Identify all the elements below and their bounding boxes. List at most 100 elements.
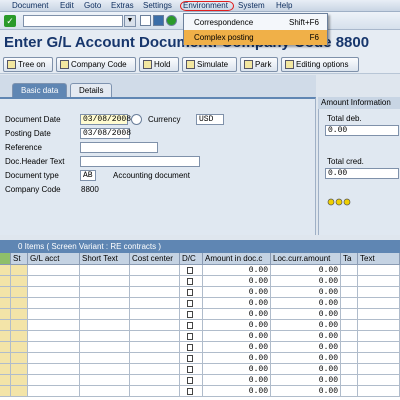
row-tax-cell[interactable] (341, 353, 358, 364)
row-text-cell[interactable] (358, 276, 400, 287)
row-selector[interactable] (0, 342, 11, 353)
row-amount-doc-cell[interactable]: 0.00 (203, 276, 271, 287)
row-cost-center-cell[interactable] (130, 276, 180, 287)
row-amount-doc-cell[interactable]: 0.00 (203, 375, 271, 386)
row-text-cell[interactable] (358, 353, 400, 364)
row-local-amount-cell[interactable]: 0.00 (271, 298, 341, 309)
menu-item-complex-posting[interactable]: Complex posting F6 (184, 30, 327, 45)
row-debit-credit-cell[interactable] (180, 287, 203, 298)
row-short-text-cell[interactable] (80, 364, 130, 375)
row-gl-account-cell[interactable] (28, 364, 80, 375)
row-text-cell[interactable] (358, 386, 400, 397)
save-icon[interactable] (153, 15, 164, 26)
row-text-cell[interactable] (358, 287, 400, 298)
row-status-cell[interactable] (11, 331, 28, 342)
row-amount-doc-cell[interactable]: 0.00 (203, 364, 271, 375)
row-debit-credit-cell[interactable] (180, 375, 203, 386)
row-tax-cell[interactable] (341, 276, 358, 287)
table-config-icon[interactable] (0, 253, 11, 265)
row-text-cell[interactable] (358, 331, 400, 342)
row-amount-doc-cell[interactable]: 0.00 (203, 320, 271, 331)
col-status[interactable]: St (11, 253, 28, 265)
menu-help[interactable]: Help (276, 1, 292, 10)
row-local-amount-cell[interactable]: 0.00 (271, 342, 341, 353)
row-status-cell[interactable] (11, 276, 28, 287)
row-tax-cell[interactable] (341, 298, 358, 309)
row-text-cell[interactable] (358, 298, 400, 309)
editing-options-button[interactable]: Editing options (281, 57, 359, 72)
row-debit-credit-cell[interactable] (180, 276, 203, 287)
row-text-cell[interactable] (358, 320, 400, 331)
posting-date-field[interactable]: 03/08/2008 (80, 128, 131, 139)
company-code-button[interactable]: Company Code (56, 57, 136, 72)
row-local-amount-cell[interactable]: 0.00 (271, 386, 341, 397)
menu-extras[interactable]: Extras (111, 1, 134, 10)
row-debit-credit-cell[interactable] (180, 331, 203, 342)
row-tax-cell[interactable] (341, 364, 358, 375)
calendar-help-icon[interactable] (131, 114, 142, 125)
row-gl-account-cell[interactable] (28, 298, 80, 309)
row-short-text-cell[interactable] (80, 287, 130, 298)
row-local-amount-cell[interactable]: 0.00 (271, 265, 341, 276)
doc-header-text-field[interactable] (80, 156, 200, 167)
park-button[interactable]: Park (240, 57, 278, 72)
col-text[interactable]: Text (358, 253, 400, 265)
row-tax-cell[interactable] (341, 331, 358, 342)
row-amount-doc-cell[interactable]: 0.00 (203, 342, 271, 353)
row-status-cell[interactable] (11, 309, 28, 320)
row-debit-credit-cell[interactable] (180, 309, 203, 320)
col-local-amount[interactable]: Loc.curr.amount (271, 253, 341, 265)
row-cost-center-cell[interactable] (130, 309, 180, 320)
row-selector[interactable] (0, 320, 11, 331)
row-debit-credit-cell[interactable] (180, 342, 203, 353)
row-short-text-cell[interactable] (80, 265, 130, 276)
row-status-cell[interactable] (11, 320, 28, 331)
col-cost-center[interactable]: Cost center (130, 253, 180, 265)
back-icon[interactable] (140, 15, 151, 26)
row-text-cell[interactable] (358, 375, 400, 386)
row-gl-account-cell[interactable] (28, 375, 80, 386)
command-dropdown-icon[interactable]: ▼ (124, 15, 136, 27)
hold-button[interactable]: Hold (139, 57, 179, 72)
row-status-cell[interactable] (11, 298, 28, 309)
tab-basic-data[interactable]: Basic data (12, 83, 68, 97)
row-debit-credit-cell[interactable] (180, 298, 203, 309)
menu-item-correspondence[interactable]: Correspondence Shift+F6 (184, 15, 327, 30)
row-cost-center-cell[interactable] (130, 287, 180, 298)
menu-edit[interactable]: Edit (60, 1, 74, 10)
row-gl-account-cell[interactable] (28, 386, 80, 397)
reference-field[interactable] (80, 142, 158, 153)
col-debit-credit[interactable]: D/C (180, 253, 203, 265)
document-date-field[interactable]: 03/08/2008 (80, 114, 131, 125)
row-gl-account-cell[interactable] (28, 331, 80, 342)
row-selector[interactable] (0, 298, 11, 309)
enter-check-icon[interactable]: ✓ (4, 15, 16, 27)
col-gl-account[interactable]: G/L acct (28, 253, 80, 265)
row-amount-doc-cell[interactable]: 0.00 (203, 287, 271, 298)
row-selector[interactable] (0, 331, 11, 342)
row-short-text-cell[interactable] (80, 386, 130, 397)
row-short-text-cell[interactable] (80, 375, 130, 386)
row-short-text-cell[interactable] (80, 353, 130, 364)
tree-on-button[interactable]: Tree on (3, 57, 53, 72)
row-local-amount-cell[interactable]: 0.00 (271, 276, 341, 287)
row-local-amount-cell[interactable]: 0.00 (271, 320, 341, 331)
menu-document[interactable]: Document (12, 1, 48, 10)
row-cost-center-cell[interactable] (130, 320, 180, 331)
row-amount-doc-cell[interactable]: 0.00 (203, 353, 271, 364)
row-debit-credit-cell[interactable] (180, 386, 203, 397)
row-selector[interactable] (0, 353, 11, 364)
row-gl-account-cell[interactable] (28, 265, 80, 276)
row-local-amount-cell[interactable]: 0.00 (271, 375, 341, 386)
row-gl-account-cell[interactable] (28, 309, 80, 320)
row-gl-account-cell[interactable] (28, 353, 80, 364)
row-selector[interactable] (0, 386, 11, 397)
menu-settings[interactable]: Settings (143, 1, 172, 10)
row-local-amount-cell[interactable]: 0.00 (271, 364, 341, 375)
row-amount-doc-cell[interactable]: 0.00 (203, 386, 271, 397)
row-selector[interactable] (0, 287, 11, 298)
row-gl-account-cell[interactable] (28, 287, 80, 298)
row-local-amount-cell[interactable]: 0.00 (271, 331, 341, 342)
row-debit-credit-cell[interactable] (180, 265, 203, 276)
row-tax-cell[interactable] (341, 309, 358, 320)
